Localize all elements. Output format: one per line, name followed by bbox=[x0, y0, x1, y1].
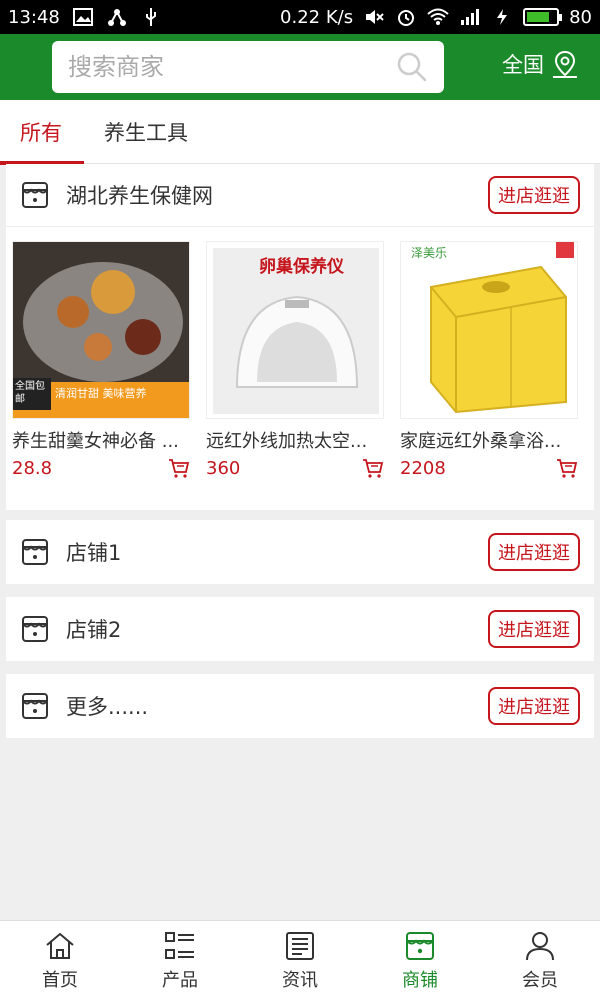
product-title[interactable]: 远红外线加热太空... bbox=[206, 427, 382, 453]
nav-shops[interactable]: 商铺 bbox=[360, 921, 480, 1000]
nav-label: 首页 bbox=[42, 969, 78, 991]
shop-card[interactable]: 店铺2 进店逛逛 bbox=[6, 597, 594, 661]
shop-header: 湖北养生保健网 进店逛逛 bbox=[6, 164, 594, 226]
visit-shop-button[interactable]: 进店逛逛 bbox=[488, 533, 580, 571]
shop-icon bbox=[406, 931, 434, 960]
alarm-icon bbox=[395, 6, 417, 28]
product-image[interactable]: 泽美乐 bbox=[400, 241, 578, 419]
home-icon bbox=[46, 932, 74, 959]
status-bar: 13:48 0.22 K/s 80 bbox=[0, 0, 600, 34]
category-tabs: 所有 养生工具 bbox=[0, 100, 600, 165]
shop-name: 湖北养生保健网 bbox=[66, 184, 213, 208]
visit-shop-button[interactable]: 进店逛逛 bbox=[488, 687, 580, 725]
cart-icon[interactable] bbox=[168, 457, 190, 479]
product-title[interactable]: 养生甜羹女神必备 ... bbox=[12, 427, 188, 453]
search-box[interactable] bbox=[52, 41, 444, 93]
mute-icon bbox=[363, 6, 385, 28]
cart-icon[interactable] bbox=[362, 457, 384, 479]
nav-home[interactable]: 首页 bbox=[0, 921, 120, 1000]
shop-name: 更多...... bbox=[66, 695, 149, 719]
visit-shop-button[interactable]: 进店逛逛 bbox=[488, 610, 580, 648]
region-label: 全国 bbox=[502, 53, 544, 77]
battery-icon bbox=[523, 8, 563, 26]
product-list: 清润甘甜 美味营养 全国包邮 养生甜羹女神必备 ... 28.8 卵巢保养仪 远… bbox=[6, 226, 594, 506]
wifi-icon bbox=[427, 6, 449, 28]
product-card[interactable]: 卵巢保养仪 远红外线加热太空... 360 bbox=[206, 241, 390, 506]
share-icon bbox=[106, 6, 128, 28]
product-image-caption: 清润甘甜 美味营养 bbox=[55, 387, 147, 400]
product-image-caption: 卵巢保养仪 bbox=[259, 257, 344, 277]
net-speed: 0.22 K/s bbox=[280, 6, 354, 28]
user-icon bbox=[526, 931, 554, 960]
nav-label: 资讯 bbox=[282, 969, 318, 991]
charging-icon bbox=[491, 6, 513, 28]
shop-card-more[interactable]: 更多...... 进店逛逛 bbox=[6, 674, 594, 738]
search-icon[interactable] bbox=[396, 51, 428, 83]
free-shipping-badge: 全国包邮 bbox=[15, 381, 45, 405]
image-icon bbox=[72, 6, 94, 28]
store-icon bbox=[22, 693, 48, 719]
product-image[interactable]: 卵巢保养仪 bbox=[206, 241, 384, 419]
shop-card-featured: 湖北养生保健网 进店逛逛 清润甘甜 美味营养 全国包邮 养生甜羹女神必备 ...… bbox=[6, 164, 594, 510]
shop-name: 店铺1 bbox=[66, 541, 122, 565]
product-price: 28.8 bbox=[12, 457, 53, 479]
product-price: 2208 bbox=[400, 457, 446, 479]
brand-logo-text: 泽美乐 bbox=[411, 246, 448, 260]
nav-label: 商铺 bbox=[402, 969, 438, 991]
tab-health-tools[interactable]: 养生工具 bbox=[84, 100, 208, 164]
product-card[interactable]: 泽美乐 家庭远红外桑拿浴... 2208 bbox=[400, 241, 584, 506]
bottom-nav: 首页 产品 资讯 商铺 会员 bbox=[0, 920, 600, 1000]
header: 全国 bbox=[0, 34, 600, 100]
store-icon bbox=[22, 539, 48, 565]
nav-products[interactable]: 产品 bbox=[120, 921, 240, 1000]
product-photo-sauna bbox=[401, 242, 577, 418]
visit-shop-button[interactable]: 进店逛逛 bbox=[488, 176, 580, 214]
product-image[interactable]: 清润甘甜 美味营养 全国包邮 bbox=[12, 241, 190, 419]
cart-icon[interactable] bbox=[556, 457, 578, 479]
nav-label: 产品 bbox=[162, 969, 198, 991]
nav-label: 会员 bbox=[522, 969, 558, 991]
nav-news[interactable]: 资讯 bbox=[240, 921, 360, 1000]
region-selector[interactable]: 全国 bbox=[502, 49, 580, 79]
product-card[interactable]: 清润甘甜 美味营养 全国包邮 养生甜羹女神必备 ... 28.8 bbox=[12, 241, 196, 506]
tab-all[interactable]: 所有 bbox=[0, 100, 84, 165]
news-icon bbox=[286, 931, 314, 960]
battery-percent: 80 bbox=[569, 6, 592, 28]
shop-card[interactable]: 店铺1 进店逛逛 bbox=[6, 520, 594, 584]
usb-icon bbox=[140, 6, 162, 28]
shop-name: 店铺2 bbox=[66, 618, 122, 642]
status-time: 13:48 bbox=[8, 6, 60, 28]
nav-member[interactable]: 会员 bbox=[480, 921, 600, 1000]
product-price: 360 bbox=[206, 457, 241, 479]
signal-icon bbox=[459, 6, 481, 28]
list-icon bbox=[165, 931, 194, 959]
location-icon bbox=[553, 50, 577, 78]
search-input[interactable] bbox=[68, 53, 396, 81]
store-icon bbox=[22, 182, 48, 208]
product-title[interactable]: 家庭远红外桑拿浴... bbox=[400, 427, 576, 453]
store-icon bbox=[22, 616, 48, 642]
